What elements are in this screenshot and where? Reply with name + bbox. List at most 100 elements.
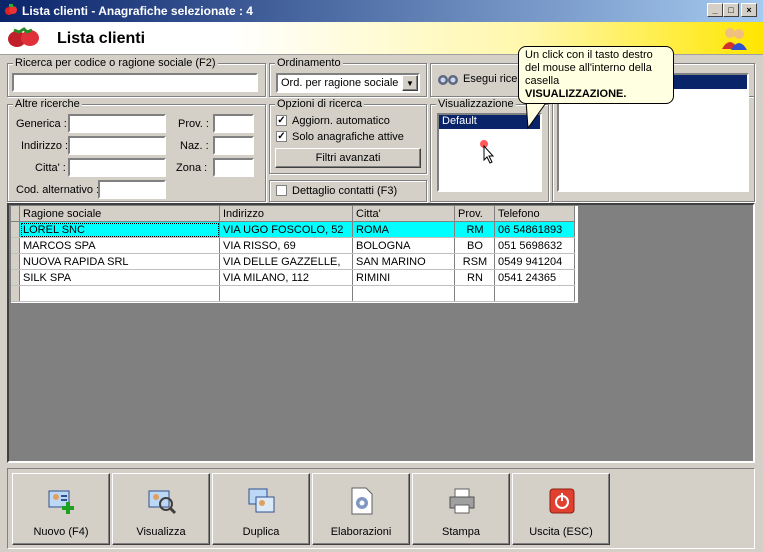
table-row[interactable]: LOREL SNC VIA UGO FOSCOLO, 52 ROMA RM 06… [11, 221, 575, 238]
search-input[interactable] [12, 73, 258, 92]
citta-input[interactable] [68, 158, 166, 177]
duplicate-record-icon [248, 488, 275, 513]
column-header-citta[interactable]: Citta' [352, 206, 455, 222]
cell-telefono[interactable]: 06 54861893 [494, 221, 575, 238]
auto-update-checkbox[interactable]: ✓ [276, 115, 287, 126]
tooltip-line-3: casella [525, 75, 560, 87]
active-only-checkbox[interactable]: ✓ [276, 131, 287, 142]
duplicate-button-label: Duplica [242, 526, 280, 538]
exit-button[interactable]: Uscita (ESC) [512, 473, 610, 545]
table-row[interactable]: SILK SPA VIA MILANO, 112 RIMINI RN 0541 … [11, 269, 575, 286]
zona-label: Zona : [176, 162, 208, 174]
close-button[interactable]: × [741, 3, 757, 17]
cell-citta[interactable]: ROMA [352, 221, 455, 238]
page-title: Lista clienti [57, 30, 146, 47]
table-row[interactable]: MARCOS SPA VIA RISSO, 69 BOLOGNA BO 051 … [11, 237, 575, 254]
cell-ragione-sociale[interactable]: NUOVA RAPIDA SRL [19, 253, 220, 270]
window-title: Lista clienti - Anagrafiche selezionate … [22, 4, 253, 18]
users-icon[interactable] [720, 25, 748, 51]
gear-document-icon [351, 487, 373, 515]
cell-empty[interactable] [454, 285, 495, 302]
column-header-indirizzo[interactable]: Indirizzo [219, 206, 353, 222]
cell-empty[interactable] [352, 285, 455, 302]
prov-input[interactable] [213, 114, 254, 133]
prov-label: Prov. : [178, 118, 209, 130]
cell-telefono[interactable]: 0549 941204 [494, 253, 575, 270]
row-indicator[interactable] [11, 285, 20, 302]
title-bar: Lista clienti - Anagrafiche selezionate … [0, 0, 763, 22]
column-header-ragione-sociale[interactable]: Ragione sociale [19, 206, 220, 222]
cell-indirizzo[interactable]: VIA RISSO, 69 [219, 237, 353, 254]
naz-input[interactable] [213, 136, 254, 155]
cell-prov[interactable]: RSM [454, 253, 495, 270]
tooltip-balloon: Un click con il tasto destro del mouse a… [518, 46, 674, 104]
row-indicator[interactable] [11, 237, 20, 254]
cell-indirizzo[interactable]: VIA DELLE GAZZELLE, [219, 253, 353, 270]
contacts-detail-checkbox[interactable] [276, 185, 287, 196]
citta-label: Citta' : [35, 162, 66, 174]
ordering-label: Ordinamento [275, 57, 343, 69]
options-label: Opzioni di ricerca [275, 98, 364, 110]
strawberry-icon [8, 27, 39, 47]
indirizzo-label: Indirizzo : [21, 140, 69, 152]
naz-label: Naz. : [180, 140, 209, 152]
cell-ragione-sociale[interactable]: SILK SPA [19, 269, 220, 286]
new-button[interactable]: Nuovo (F4) [12, 473, 110, 545]
new-record-icon [48, 490, 74, 514]
column-header-prov[interactable]: Prov. [454, 206, 495, 222]
row-indicator[interactable] [11, 253, 20, 270]
row-indicator[interactable] [11, 221, 20, 238]
tooltip-line-2: del mouse all'interno della [525, 62, 652, 74]
minimize-button[interactable]: _ [707, 3, 723, 17]
cell-citta[interactable]: RIMINI [352, 269, 455, 286]
zona-input[interactable] [213, 158, 254, 177]
print-button-label: Stampa [442, 526, 480, 538]
active-only-label: Solo anagrafiche attive [292, 131, 404, 143]
new-button-label: Nuovo (F4) [33, 526, 89, 538]
cell-empty[interactable] [19, 285, 220, 302]
cell-citta[interactable]: SAN MARINO [352, 253, 455, 270]
cell-empty[interactable] [219, 285, 353, 302]
row-indicator[interactable] [11, 269, 20, 286]
cod-alternativo-input[interactable] [98, 180, 166, 199]
cell-indirizzo[interactable]: VIA UGO FOSCOLO, 52 [219, 221, 353, 238]
column-header-telefono[interactable]: Telefono [494, 206, 575, 222]
table-row-empty[interactable] [11, 285, 575, 302]
cell-ragione-sociale[interactable]: LOREL SNC [19, 221, 220, 238]
binoculars-icon [438, 75, 458, 85]
process-button-label: Elaborazioni [330, 526, 392, 538]
maximize-button[interactable]: □ [723, 3, 739, 17]
generica-label: Generica : [16, 118, 67, 130]
cursor-icon [480, 140, 495, 164]
tooltip-line-4: VISUALIZZAZIONE. [525, 88, 627, 100]
exit-button-label: Uscita (ESC) [529, 526, 593, 538]
view-button[interactable]: Visualizza [112, 473, 210, 545]
cell-telefono[interactable]: 051 5698632 [494, 237, 575, 254]
view-button-label: Visualizza [136, 526, 186, 538]
indirizzo-input[interactable] [68, 136, 166, 155]
tooltip-tail [525, 100, 550, 130]
row-indicator [11, 206, 20, 222]
cell-empty[interactable] [494, 285, 575, 302]
table-header-row: Ragione sociale Indirizzo Citta' Prov. T… [11, 206, 575, 222]
cell-telefono[interactable]: 0541 24365 [494, 269, 575, 286]
cell-prov[interactable]: RN [454, 269, 495, 286]
cell-ragione-sociale[interactable]: MARCOS SPA [19, 237, 220, 254]
process-button[interactable]: Elaborazioni [312, 473, 410, 545]
chevron-down-icon[interactable]: ▼ [402, 75, 418, 91]
cell-prov[interactable]: BO [454, 237, 495, 254]
cell-indirizzo[interactable]: VIA MILANO, 112 [219, 269, 353, 286]
display-label: Visualizzazione [436, 98, 516, 110]
clients-table[interactable]: Ragione sociale Indirizzo Citta' Prov. T… [10, 205, 579, 304]
view-record-icon [148, 490, 177, 515]
ordering-select[interactable]: Ord. per ragione sociale ▼ [276, 73, 420, 93]
advanced-filters-button[interactable]: Filtri avanzati [275, 148, 421, 168]
generica-input[interactable] [68, 114, 166, 133]
table-row[interactable]: NUOVA RAPIDA SRL VIA DELLE GAZZELLE, SAN… [11, 253, 575, 270]
cell-citta[interactable]: BOLOGNA [352, 237, 455, 254]
tooltip-line-1: Un click con il tasto destro [525, 49, 653, 61]
auto-update-label: Aggiorn. automatico [292, 115, 390, 127]
duplicate-button[interactable]: Duplica [212, 473, 310, 545]
cell-prov[interactable]: RM [454, 221, 495, 238]
print-button[interactable]: Stampa [412, 473, 510, 545]
